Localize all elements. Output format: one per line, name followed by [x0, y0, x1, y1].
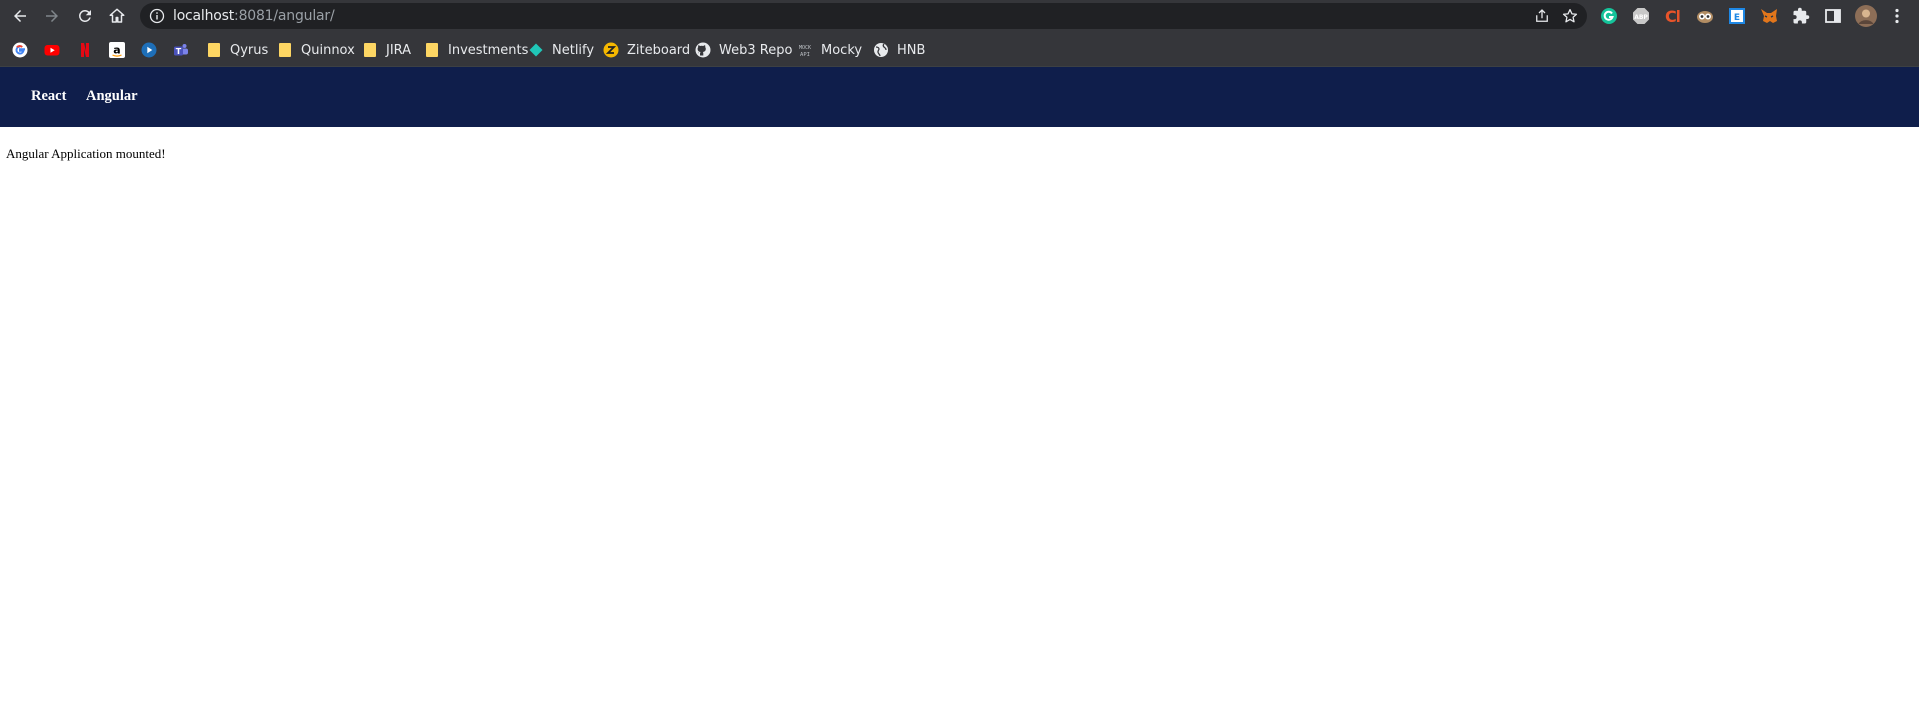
sidepanel-icon[interactable] [1823, 6, 1843, 26]
svg-text:MOCK: MOCK [799, 45, 811, 51]
menu-icon[interactable] [1887, 6, 1907, 26]
nav-link-react[interactable]: React [31, 88, 66, 105]
folder-icon [424, 42, 440, 58]
home-icon [109, 8, 125, 23]
bookmark-label: Quinnox [301, 42, 355, 58]
profile-avatar[interactable] [1855, 5, 1877, 27]
bookmarks-bar: a T Qyrus Quinnox JIRA Investments Netli… [0, 33, 1919, 67]
play-icon[interactable] [141, 42, 157, 58]
bookmark-label: JIRA [386, 42, 412, 58]
owl-icon[interactable] [1695, 6, 1715, 26]
arrow-left-icon [14, 10, 26, 22]
bookmark-jira[interactable]: JIRA [362, 41, 411, 59]
svg-text:ABP: ABP [1634, 14, 1648, 21]
svg-text:E: E [1734, 13, 1740, 23]
netlify-icon [528, 42, 544, 58]
bookmark-quinnox[interactable]: Quinnox [277, 41, 355, 59]
bookmark-ziteboard[interactable]: Ziteboard [603, 41, 690, 59]
bookmark-label: Investments [448, 42, 529, 58]
star-icon[interactable] [1561, 7, 1579, 25]
bookmark-label: Web3 Repo [719, 42, 793, 58]
bookmark-label: Netlify [552, 42, 595, 58]
svg-text:API: API [800, 52, 810, 58]
folder-icon [277, 42, 293, 58]
google-icon[interactable] [12, 42, 28, 58]
netflix-icon[interactable] [77, 42, 93, 58]
forward-button[interactable] [39, 3, 65, 29]
youtube-icon[interactable] [44, 42, 60, 58]
nav-link-angular[interactable]: Angular [86, 88, 138, 105]
back-button[interactable] [7, 3, 33, 29]
browser-toolbar: localhost:8081/angular/ ABP C E [0, 0, 1919, 33]
svg-text:T: T [176, 47, 182, 56]
bookmark-label: Ziteboard [627, 42, 691, 58]
amazon-icon[interactable]: a [109, 42, 125, 58]
bookmark-label: HNB [897, 42, 926, 58]
clockify-icon[interactable]: C [1663, 6, 1683, 26]
mocky-icon: MOCK API [797, 42, 813, 58]
grammarly-icon[interactable] [1599, 6, 1619, 26]
bookmark-web3-repo[interactable]: Web3 Repo [695, 41, 792, 59]
bookmark-mocky[interactable]: MOCK API Mocky [797, 41, 862, 59]
url-path: :8081/angular/ [234, 8, 335, 24]
share-icon[interactable] [1533, 7, 1551, 25]
reload-button[interactable] [72, 3, 98, 29]
bookmark-qyrus[interactable]: Qyrus [206, 41, 268, 59]
info-icon[interactable] [149, 8, 165, 24]
bookmark-investments[interactable]: Investments [424, 41, 528, 59]
bookmark-label: Qyrus [230, 42, 269, 58]
metamask-icon[interactable] [1759, 6, 1779, 26]
ziteboard-icon [603, 42, 619, 58]
bookmark-label: Mocky [821, 42, 863, 58]
folder-icon [362, 42, 378, 58]
github-icon [695, 42, 711, 58]
svg-text:a: a [113, 44, 120, 57]
url-host: localhost [173, 8, 235, 24]
globe-icon [873, 42, 889, 58]
mounted-message: Angular Application mounted! [6, 146, 166, 161]
app-navbar: React Angular [0, 67, 1919, 127]
bookmark-hnb[interactable]: HNB [873, 41, 925, 59]
teams-icon[interactable]: T [173, 42, 189, 58]
bookmark-ext-icon[interactable]: E [1727, 6, 1747, 26]
folder-icon [206, 42, 222, 58]
bookmark-netlify[interactable]: Netlify [528, 41, 594, 59]
address-bar[interactable]: localhost:8081/angular/ [140, 3, 1587, 29]
home-button[interactable] [104, 3, 130, 29]
reload-icon [79, 10, 91, 22]
svg-text:C: C [1665, 7, 1677, 25]
arrow-right-icon [46, 10, 58, 22]
adblock-icon[interactable]: ABP [1631, 6, 1651, 26]
puzzle-icon[interactable] [1791, 6, 1811, 26]
url-text[interactable]: localhost:8081/angular/ [173, 8, 335, 24]
